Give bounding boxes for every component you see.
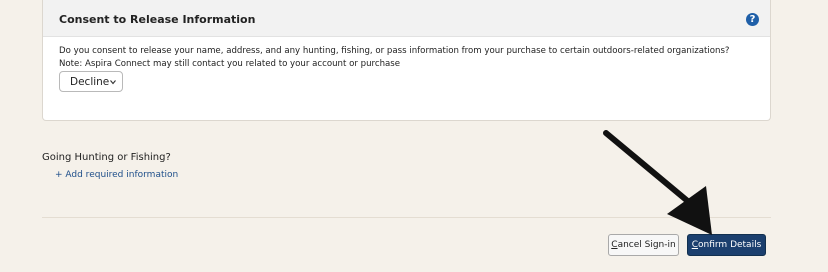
consent-question: Do you consent to release your name, add… (59, 46, 730, 56)
cancel-button-label: ancel Sign-in (617, 240, 676, 250)
footer-divider (42, 217, 771, 218)
chevron-down-icon (110, 80, 116, 85)
cancel-signin-button[interactable]: Cancel Sign-in (608, 234, 679, 256)
add-required-info-link[interactable]: + Add required information (55, 170, 178, 180)
consent-select[interactable]: Decline (59, 71, 123, 92)
panel-title: Consent to Release Information (59, 13, 256, 26)
question-circle-icon[interactable]: ? (746, 13, 759, 26)
confirm-button-label: onfirm Details (698, 240, 762, 250)
consent-panel-header: Consent to Release Information ? (43, 0, 770, 37)
hunting-section-label: Going Hunting or Fishing? (42, 152, 171, 163)
consent-panel: Consent to Release Information ? Do you … (42, 0, 771, 121)
confirm-details-button[interactable]: Confirm Details (687, 234, 766, 256)
consent-note: Note: Aspira Connect may still contact y… (59, 59, 401, 69)
consent-select-value: Decline (70, 76, 110, 88)
